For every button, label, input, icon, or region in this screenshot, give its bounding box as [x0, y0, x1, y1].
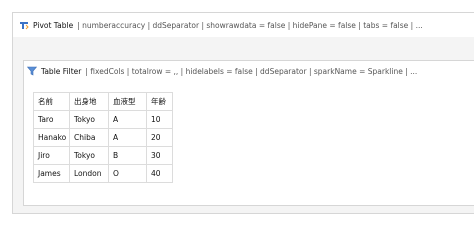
pivot-table-icon — [19, 20, 29, 30]
pivot-table-body: Table Filter | fixedCols | totalrow = ,,… — [13, 37, 474, 213]
table-cell: 30 — [146, 146, 173, 165]
table-row: James London O 40 — [33, 164, 173, 183]
column-header-name[interactable]: 名前 — [33, 92, 70, 111]
table-cell: O — [108, 164, 147, 183]
table-filter-header: Table Filter | fixedCols | totalrow = ,,… — [24, 61, 474, 81]
table-cell: A — [108, 128, 147, 147]
table-row: Taro Tokyo A 10 — [33, 110, 173, 129]
table-cell: James — [33, 164, 70, 183]
table-cell: 20 — [146, 128, 173, 147]
table-cell: 40 — [146, 164, 173, 183]
filter-icon — [26, 66, 38, 76]
data-table: 名前 出身地 血液型 年齢 Taro Tokyo A 10 Hanako Chi… — [33, 92, 173, 183]
table-filter-params: | fixedCols | totalrow = ,, | hidelabels… — [85, 66, 418, 76]
table-filter-body: 名前 出身地 血液型 年齢 Taro Tokyo A 10 Hanako Chi… — [24, 81, 474, 205]
table-cell: Taro — [33, 110, 70, 129]
pivot-table-params: | numberaccuracy | ddSeparator | showraw… — [77, 20, 423, 30]
table-cell: London — [69, 164, 109, 183]
table-header-row: 名前 出身地 血液型 年齢 — [33, 92, 173, 111]
pivot-table-macro: Pivot Table | numberaccuracy | ddSeparat… — [12, 12, 474, 214]
table-cell: Tokyo — [69, 146, 109, 165]
table-filter-title: Table Filter — [41, 66, 82, 76]
table-cell: 10 — [146, 110, 173, 129]
column-header-birthplace[interactable]: 出身地 — [69, 92, 109, 111]
table-cell: Jiro — [33, 146, 70, 165]
pivot-table-title: Pivot Table — [33, 20, 74, 30]
column-header-age[interactable]: 年齢 — [146, 92, 173, 111]
table-row: Jiro Tokyo B 30 — [33, 146, 173, 165]
table-filter-macro: Table Filter | fixedCols | totalrow = ,,… — [23, 60, 474, 206]
table-cell: A — [108, 110, 147, 129]
table-cell: B — [108, 146, 147, 165]
table-cell: Tokyo — [69, 110, 109, 129]
column-header-blood-type[interactable]: 血液型 — [108, 92, 147, 111]
table-row: Hanako Chiba A 20 — [33, 128, 173, 147]
table-cell: Hanako — [33, 128, 70, 147]
table-cell: Chiba — [69, 128, 109, 147]
pivot-table-header: Pivot Table | numberaccuracy | ddSeparat… — [13, 13, 474, 37]
